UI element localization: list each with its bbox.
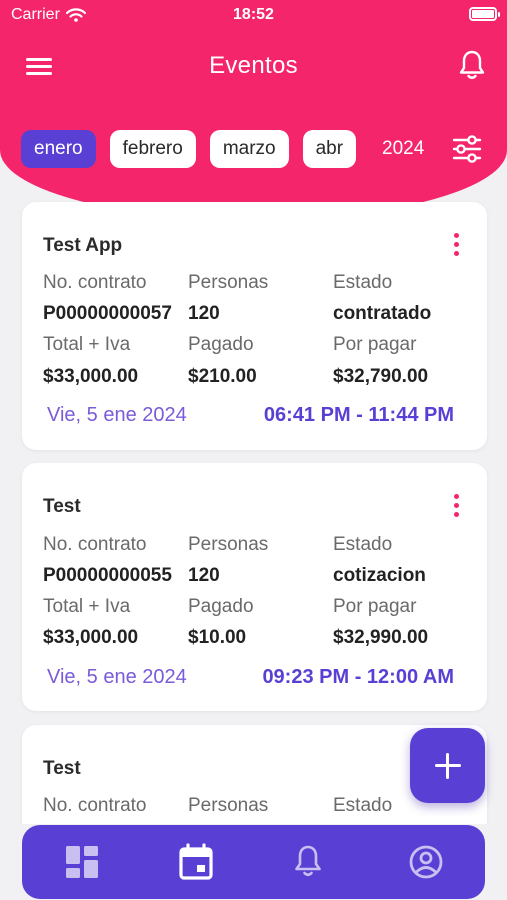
add-event-button[interactable]	[410, 728, 485, 803]
event-name: Test	[43, 758, 81, 779]
event-name: Test App	[43, 235, 123, 256]
status-value: cotizacion	[333, 565, 426, 586]
event-date: Vie, 5 ene 2024	[47, 404, 187, 426]
status-time: 18:52	[233, 6, 274, 23]
month-selector: enero febrero marzo abr	[21, 130, 361, 168]
bell-icon[interactable]	[455, 48, 489, 82]
people-label: Personas	[188, 272, 269, 293]
contract-label: No. contrato	[43, 534, 147, 555]
bell-icon[interactable]	[288, 842, 328, 882]
status-label: Estado	[333, 795, 393, 816]
account-icon[interactable]	[406, 842, 446, 882]
month-chip-marzo[interactable]: marzo	[209, 130, 289, 168]
paid-label: Pagado	[188, 334, 254, 355]
due-label: Por pagar	[333, 596, 417, 617]
people-value: 120	[188, 565, 220, 586]
sliders-icon[interactable]	[450, 132, 484, 166]
status-label: Estado	[333, 534, 393, 555]
contract-value: P00000000055	[43, 565, 172, 586]
more-vertical-icon[interactable]	[449, 230, 463, 264]
total-value: $33,000.00	[43, 366, 139, 387]
total-label: Total + Iva	[43, 334, 131, 355]
month-chip-febrero[interactable]: febrero	[109, 130, 196, 168]
due-value: $32,990.00	[333, 627, 429, 648]
app-bar: Eventos	[0, 42, 507, 92]
header-background	[0, 0, 507, 220]
paid-label: Pagado	[188, 596, 254, 617]
calendar-icon[interactable]	[176, 842, 216, 882]
dashboard-icon[interactable]	[62, 842, 102, 882]
people-value: 120	[188, 303, 220, 324]
status-value: contratado	[333, 303, 432, 324]
contract-value: P00000000057	[43, 303, 172, 324]
due-label: Por pagar	[333, 334, 417, 355]
due-value: $32,790.00	[333, 366, 429, 387]
month-chip-abril[interactable]: abr	[302, 130, 357, 168]
total-value: $33,000.00	[43, 627, 139, 648]
page-title: Eventos	[209, 52, 298, 79]
contract-label: No. contrato	[43, 795, 147, 816]
paid-value: $10.00	[188, 627, 247, 648]
people-label: Personas	[188, 534, 269, 555]
event-card[interactable]: Test App No. contrato Personas Estado P0…	[22, 202, 487, 450]
paid-value: $210.00	[188, 366, 257, 387]
bottom-navigation	[22, 825, 485, 899]
year-selector[interactable]: 2024	[382, 138, 424, 160]
contract-label: No. contrato	[43, 272, 147, 293]
event-hours: 06:41 PM - 11:44 PM	[263, 404, 454, 426]
more-vertical-icon[interactable]	[449, 491, 463, 525]
status-label: Estado	[333, 272, 393, 293]
status-bar: Carrier 18:52	[0, 0, 507, 32]
total-label: Total + Iva	[43, 596, 131, 617]
event-hours: 09:23 PM - 12:00 AM	[262, 666, 454, 688]
month-chip-enero[interactable]: enero	[21, 130, 96, 168]
event-date: Vie, 5 ene 2024	[47, 666, 187, 688]
event-name: Test	[43, 496, 81, 517]
battery-icon	[469, 7, 500, 21]
people-label: Personas	[188, 795, 269, 816]
event-card[interactable]: Test No. contrato Personas Estado P00000…	[22, 463, 487, 711]
